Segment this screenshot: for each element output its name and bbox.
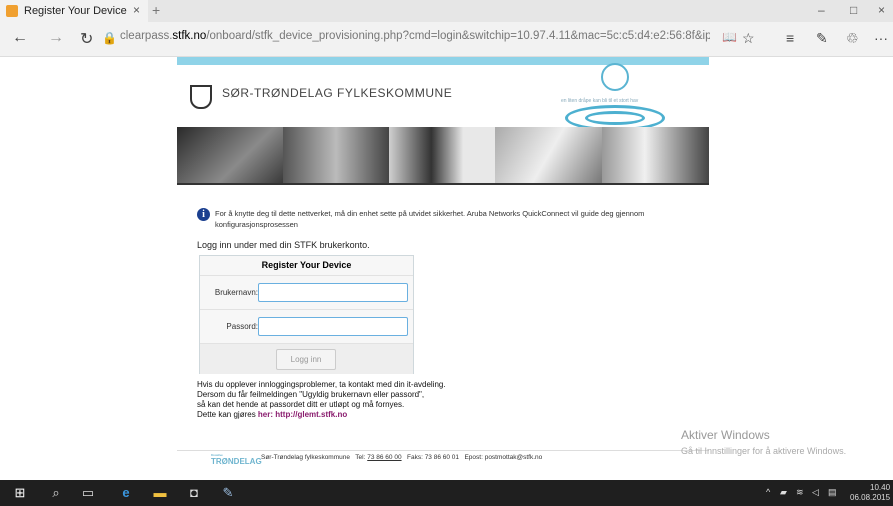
banner-photo-4 — [495, 127, 602, 183]
username-row: Brukernavn: — [200, 275, 413, 309]
web-note-icon[interactable]: ✎ — [816, 30, 828, 47]
info-message: For å knytte deg til dette nettverket, m… — [215, 209, 645, 229]
maximize-button[interactable]: □ — [850, 3, 857, 17]
back-button[interactable]: ← — [12, 29, 28, 47]
clock-date: 06.08.2015 — [850, 493, 891, 502]
browser-toolbar: ← → ↻ 🔒 clearpass.stfk.no/onboard/stfk_d… — [0, 22, 893, 57]
tray-chevron-icon[interactable]: ^ — [766, 487, 770, 497]
password-label: Passord: — [226, 322, 258, 331]
network-icon[interactable]: ▰ — [780, 487, 787, 498]
url-prefix: clearpass. — [120, 30, 173, 42]
url-path: /onboard/stfk_device_provisioning.php?cm… — [206, 30, 710, 42]
banner-photo-1 — [177, 127, 283, 183]
address-bar[interactable]: clearpass.stfk.no/onboard/stfk_device_pr… — [120, 30, 710, 42]
volume-icon[interactable]: ◁ — [812, 487, 819, 498]
more-icon[interactable]: ··· — [874, 30, 888, 46]
favorite-icon[interactable]: ☆ — [742, 30, 755, 47]
start-button-icon[interactable]: ⊞ — [12, 485, 28, 501]
help-line-4-prefix: Dette kan gjøres — [197, 410, 258, 419]
hub-icon[interactable]: ≡ — [786, 30, 794, 46]
browser-titlebar: Register Your Device × + – □ × — [0, 0, 893, 22]
footer-tel-label: Tel: — [355, 454, 366, 461]
new-tab-button[interactable]: + — [152, 2, 160, 18]
banner-photo-3 — [389, 127, 495, 183]
slogan: en liten dråpe kan bli til et stort hav — [561, 98, 639, 104]
refresh-button[interactable]: ↻ — [80, 29, 93, 49]
portal-page: SØR-TRØNDELAG FYLKESKOMMUNE en liten drå… — [177, 57, 709, 466]
help-line-3: så kan det hende at passordet ditt er ut… — [197, 400, 405, 409]
forward-button[interactable]: → — [48, 29, 64, 47]
banner-photo-5 — [602, 127, 709, 183]
footer-logo: Kreative TRØNDELAG — [211, 454, 262, 467]
username-input[interactable] — [258, 283, 408, 302]
activate-windows-subtext: Gå til Innstillinger for å aktivere Wind… — [681, 446, 847, 456]
password-input[interactable] — [258, 317, 408, 336]
file-explorer-icon[interactable]: ▬ — [152, 485, 168, 501]
close-window-button[interactable]: × — [878, 3, 885, 17]
help-line-4: Dette kan gjøres her: http://glemt.stfk.… — [197, 410, 446, 420]
paint-icon[interactable]: ✎ — [220, 485, 236, 501]
reading-view-icon[interactable]: 📖 — [722, 30, 737, 44]
register-device-form: Register Your Device Brukernavn: Passord… — [199, 255, 414, 374]
tab-close-icon[interactable]: × — [133, 3, 140, 17]
banner-rule — [177, 183, 709, 185]
lock-icon: 🔒 — [102, 31, 117, 45]
store-icon[interactable]: ◘ — [186, 485, 202, 501]
ripple-inner-icon — [585, 111, 645, 125]
footer-email: Epost: postmottak@stfk.no — [464, 454, 543, 461]
footer-fax: Faks: 73 86 60 01 — [407, 454, 460, 461]
edge-browser-icon[interactable]: e — [118, 485, 134, 501]
form-title: Register Your Device — [200, 256, 413, 275]
help-line-2: Dersom du får feilmeldingen "Ugyldig bru… — [197, 390, 425, 399]
organization-logo-text: SØR-TRØNDELAG FYLKESKOMMUNE — [222, 86, 453, 100]
clock-time: 10.40 — [870, 483, 891, 492]
top-strip — [177, 57, 709, 65]
submit-row: Logg inn — [200, 343, 413, 374]
page-viewport: SØR-TRØNDELAG FYLKESKOMMUNE en liten drå… — [0, 57, 893, 466]
minimize-button[interactable]: – — [818, 3, 825, 17]
wifi-icon[interactable]: ≋ — [796, 487, 804, 498]
url-host: stfk.no — [172, 30, 207, 42]
username-label: Brukernavn: — [214, 288, 258, 297]
help-line-1: Hvis du opplever innloggingsproblemer, t… — [197, 380, 446, 389]
windows-taskbar: ⊞ ⌕ ▭ e ▬ ◘ ✎ ^ ▰ ≋ ◁ ▤ 10.40 06.08.2015 — [0, 480, 893, 506]
photo-banner — [177, 127, 709, 183]
info-icon: i — [197, 208, 210, 221]
help-text: Hvis du opplever innloggingsproblemer, t… — [197, 380, 446, 420]
activate-windows-watermark: Aktiver Windows — [681, 428, 770, 442]
password-row: Passord: — [200, 309, 413, 343]
footer-tel[interactable]: 73 86 60 00 — [367, 454, 401, 461]
site-favicon-icon — [6, 5, 18, 17]
share-icon[interactable]: ♲ — [846, 30, 859, 47]
footer-contact: Sør-Trøndelag fylkeskommune Tel: 73 86 6… — [261, 454, 542, 461]
login-instruction: Logg inn under med din STFK brukerkonto. — [197, 240, 370, 250]
login-button[interactable]: Logg inn — [276, 349, 336, 370]
browser-tab[interactable]: Register Your Device × — [0, 0, 148, 22]
coat-of-arms-icon — [190, 85, 212, 109]
task-view-icon[interactable]: ▭ — [80, 485, 96, 501]
password-reset-link[interactable]: her: http://glemt.stfk.no — [258, 410, 347, 419]
footer: Kreative TRØNDELAG Sør-Trøndelag fylkesko… — [177, 450, 709, 466]
notifications-icon[interactable]: ▤ — [828, 487, 837, 498]
banner-photo-2 — [283, 127, 389, 183]
system-clock[interactable]: 10.40 06.08.2015 — [850, 483, 890, 503]
water-drop-icon — [601, 63, 629, 91]
search-icon[interactable]: ⌕ — [48, 485, 64, 501]
footer-org: Sør-Trøndelag fylkeskommune — [261, 454, 350, 461]
tab-title: Register Your Device — [24, 5, 127, 17]
footer-logo-text: TRØNDELAG — [211, 457, 262, 466]
